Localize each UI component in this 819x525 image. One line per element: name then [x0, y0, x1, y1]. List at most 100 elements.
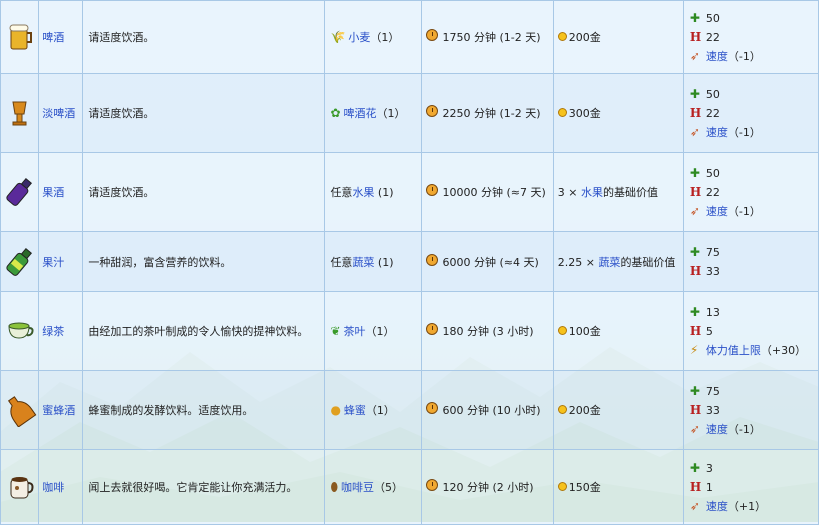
- processing-time: 6000 分钟 (≈4 天): [442, 255, 539, 269]
- processing-time: 1750 分钟 (1-2 天): [442, 31, 541, 44]
- clock-icon: [426, 402, 439, 414]
- item-description: 蜂蜜制成的发酵饮料。适度饮用。: [82, 370, 326, 450]
- item-icon-cell: [0, 0, 40, 74]
- item-name-link[interactable]: 果酒: [42, 186, 64, 199]
- ingredient-link[interactable]: 小麦: [348, 31, 370, 44]
- sell-price-cell: 200金: [552, 370, 684, 450]
- buff-value: （-1）: [727, 205, 761, 218]
- effect-line: ➶ 速度 （-1）: [690, 202, 818, 221]
- sell-price-cell: 100金: [552, 291, 684, 371]
- ingredient-link[interactable]: 水果: [352, 186, 374, 199]
- drink-item-icon[interactable]: [2, 470, 38, 504]
- price-suffix: 的基础价值: [620, 255, 676, 269]
- ingredient-link[interactable]: 咖啡豆: [341, 481, 374, 494]
- processing-time-cell: 10000 分钟 (≈7 天): [421, 152, 554, 232]
- ingredient-link[interactable]: 茶叶: [344, 325, 366, 338]
- effect-line: H 33: [690, 401, 818, 420]
- ingredient-link[interactable]: 蔬菜: [352, 256, 374, 269]
- health-icon: H: [689, 106, 702, 120]
- buff-link[interactable]: 速度: [706, 48, 728, 64]
- speed-icon: ➶: [689, 49, 700, 63]
- processing-time-cell: 600 分钟 (10 小时): [421, 370, 554, 450]
- table-row: 蜜蜂酒 蜂蜜制成的发酵饮料。适度饮用。 ● 蜂蜜（1） 600 分钟 (10 小时) 20…: [0, 370, 819, 450]
- buff-link[interactable]: 速度: [706, 421, 728, 437]
- drink-item-icon[interactable]: [2, 96, 38, 130]
- effect-line: ✚ 3: [690, 459, 818, 478]
- item-description: 闻上去就很好喝。它肯定能让你充满活力。: [82, 449, 326, 525]
- ingredient-quantity: （1）: [370, 31, 400, 44]
- buff-link[interactable]: 速度: [706, 498, 728, 514]
- ingredient-prefix: 任意: [330, 186, 353, 199]
- processing-time-cell: 6000 分钟 (≈4 天): [421, 231, 554, 292]
- health-icon: H: [689, 480, 702, 494]
- buff-value: （-1）: [727, 126, 761, 139]
- ingredient-prefix: 任意: [330, 255, 353, 269]
- buff-link[interactable]: 体力值上限: [706, 342, 761, 358]
- drink-item-icon[interactable]: [2, 20, 38, 54]
- ingredient-quantity: （1）: [365, 325, 395, 338]
- buff-link[interactable]: 速度: [706, 203, 728, 219]
- item-name-cell: 咖啡: [38, 449, 84, 525]
- price-base-link[interactable]: 水果: [581, 186, 603, 199]
- effect-line: H 33: [690, 262, 818, 281]
- sell-price: 100金: [568, 325, 601, 338]
- ingredient-quantity: (1): [374, 186, 394, 199]
- drink-item-icon[interactable]: [2, 175, 38, 209]
- energy-plus-icon: ✚: [689, 166, 700, 180]
- item-name-link[interactable]: 啤酒: [42, 31, 64, 44]
- energy-plus-icon: ✚: [689, 305, 700, 319]
- item-name-link[interactable]: 咖啡: [42, 481, 64, 494]
- processing-time: 2250 分钟 (1-2 天): [442, 107, 541, 120]
- ingredient-link[interactable]: 啤酒花: [344, 107, 377, 120]
- ingredient-link[interactable]: 蜂蜜: [344, 404, 366, 417]
- energy-plus-icon: ✚: [689, 384, 700, 398]
- drink-item-icon[interactable]: [2, 393, 38, 427]
- clock-icon: [426, 184, 439, 196]
- effect-line: ✚ 75: [690, 243, 818, 262]
- drink-item-icon[interactable]: [2, 245, 38, 279]
- ingredient-quantity: (1): [374, 255, 394, 269]
- processing-time-cell: 1750 分钟 (1-2 天): [421, 0, 554, 74]
- table-row: 绿茶 由经加工的茶叶制成的令人愉快的提神饮料。 ❦ 茶叶（1） 180 分钟 (3 小时…: [0, 291, 819, 371]
- processing-time: 120 分钟 (2 小时): [442, 481, 534, 494]
- item-icon-cell: [0, 73, 40, 153]
- speed-icon: ➶: [689, 422, 700, 436]
- effect-line: H5: [690, 322, 818, 341]
- price-base-link[interactable]: 蔬菜: [598, 256, 620, 269]
- effect-value: 22: [705, 106, 720, 120]
- health-icon: H: [689, 264, 702, 278]
- effect-line: H 22: [690, 183, 818, 202]
- sell-price-cell: 150金: [552, 449, 684, 525]
- item-name-link[interactable]: 淡啤酒: [42, 107, 75, 120]
- table-row: 咖啡 闻上去就很好喝。它肯定能让你充满活力。 ⬮ 咖啡豆（5） 120 分钟 (2 小时…: [0, 449, 819, 525]
- effect-line: H 22: [690, 28, 818, 47]
- processing-time: 180 分钟 (3 小时): [442, 325, 534, 338]
- table-row: 果酒 请适度饮酒。 任意水果 (1) 10000 分钟 (≈7 天) 3 × 水果的基础…: [0, 152, 819, 232]
- drink-item-icon[interactable]: [2, 314, 38, 348]
- sell-price: 300金: [568, 107, 601, 120]
- buff-link[interactable]: 速度: [706, 124, 728, 140]
- effect-value: 50: [705, 166, 720, 180]
- clock-icon: [426, 479, 439, 491]
- ingredient-cell: 🌾 小麦（1）: [324, 0, 423, 74]
- sell-price-cell: 300金: [552, 73, 684, 153]
- gold-coin-icon: [557, 32, 567, 41]
- buff-value: （+30）: [760, 344, 807, 357]
- effects-cell: ✚ 50 H 22 ➶ 速度 （-1）: [682, 152, 819, 232]
- effect-value: 3: [705, 461, 713, 475]
- item-name-link[interactable]: 果汁: [42, 256, 64, 269]
- item-name-link[interactable]: 蜜蜂酒: [42, 404, 75, 417]
- speed-icon: ➶: [689, 125, 700, 139]
- ingredient-cell: ❦ 茶叶（1）: [324, 291, 423, 371]
- effect-line: ➶ 速度 （+1）: [690, 497, 818, 516]
- item-name-cell: 淡啤酒: [38, 73, 84, 153]
- effect-value: 13: [705, 305, 720, 319]
- hops-icon: ✿: [330, 106, 341, 120]
- item-name-link[interactable]: 绿茶: [42, 325, 64, 338]
- gold-coin-icon: [557, 108, 567, 117]
- item-description: 一种甜润，富含营养的饮料。: [82, 231, 326, 292]
- sell-price: 200金: [568, 404, 601, 417]
- item-icon-cell: [0, 291, 40, 371]
- coffee-bean-icon: ⬮: [330, 480, 338, 494]
- effect-value: 50: [705, 11, 720, 25]
